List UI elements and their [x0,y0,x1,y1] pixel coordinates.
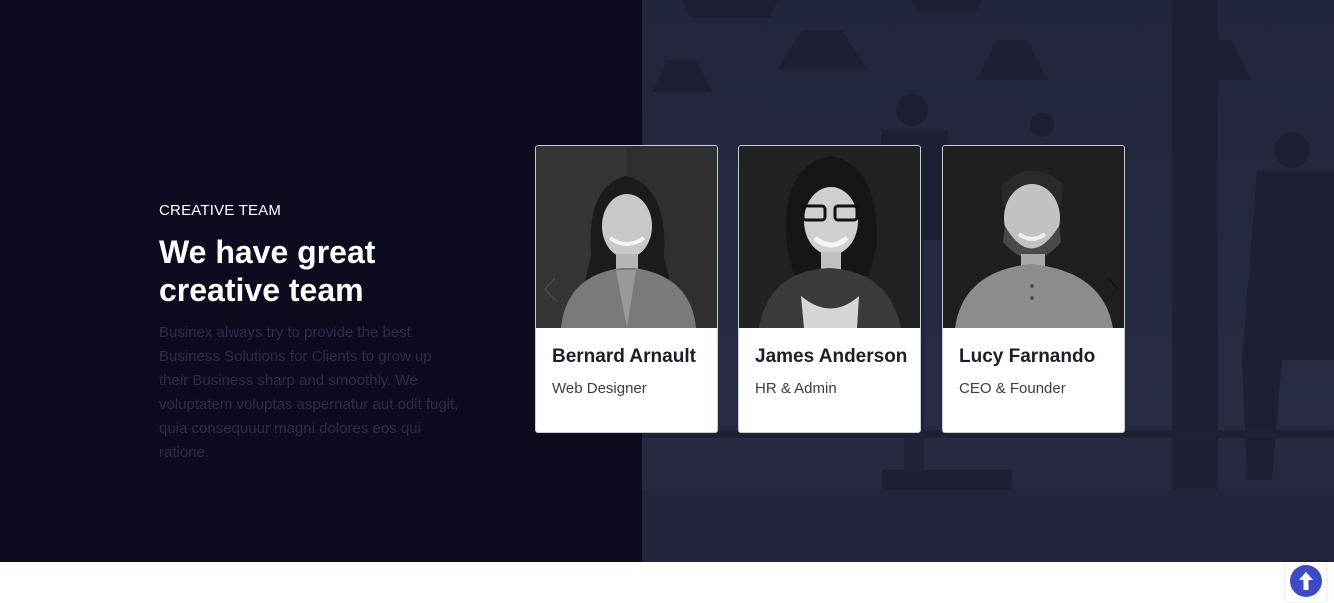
heading-line-2: creative team [159,272,364,308]
team-member-name: Lucy Farnando [959,346,1096,367]
team-member-photo [536,146,717,328]
arrow-up-icon [1299,572,1313,590]
woman-glasses-portrait-icon [739,146,920,328]
section-heading: We have great creative team [159,233,469,309]
team-member-role: CEO & Founder [959,380,1066,397]
team-intro: CREATIVE TEAM We have great creative tea… [159,202,469,465]
heading-line-1: We have great [159,234,376,270]
team-card[interactable]: Lucy Farnando CEO & Founder [942,145,1125,433]
chevron-left-icon [543,277,556,301]
scroll-top-circle [1290,565,1322,597]
woman-portrait-icon [536,146,717,328]
scroll-to-top-button[interactable] [1286,562,1326,602]
chevron-right-icon [1107,277,1120,301]
team-card[interactable]: James Anderson HR & Admin [738,145,921,433]
carousel-prev-button[interactable] [541,276,561,302]
team-member-photo [943,146,1124,328]
team-card[interactable]: Bernard Arnault Web Designer [535,145,718,433]
section-eyebrow: CREATIVE TEAM [159,202,282,219]
team-section: CREATIVE TEAM We have great creative tea… [0,0,1334,562]
section-description: Businex always try to provide the best B… [159,324,459,461]
bearded-man-portrait-icon [943,146,1124,328]
team-member-role: HR & Admin [755,380,837,397]
team-member-name: Bernard Arnault [552,346,696,367]
team-member-role: Web Designer [552,380,647,397]
carousel-next-button[interactable] [1102,276,1122,302]
team-member-photo [739,146,920,328]
team-member-name: James Anderson [755,346,908,367]
